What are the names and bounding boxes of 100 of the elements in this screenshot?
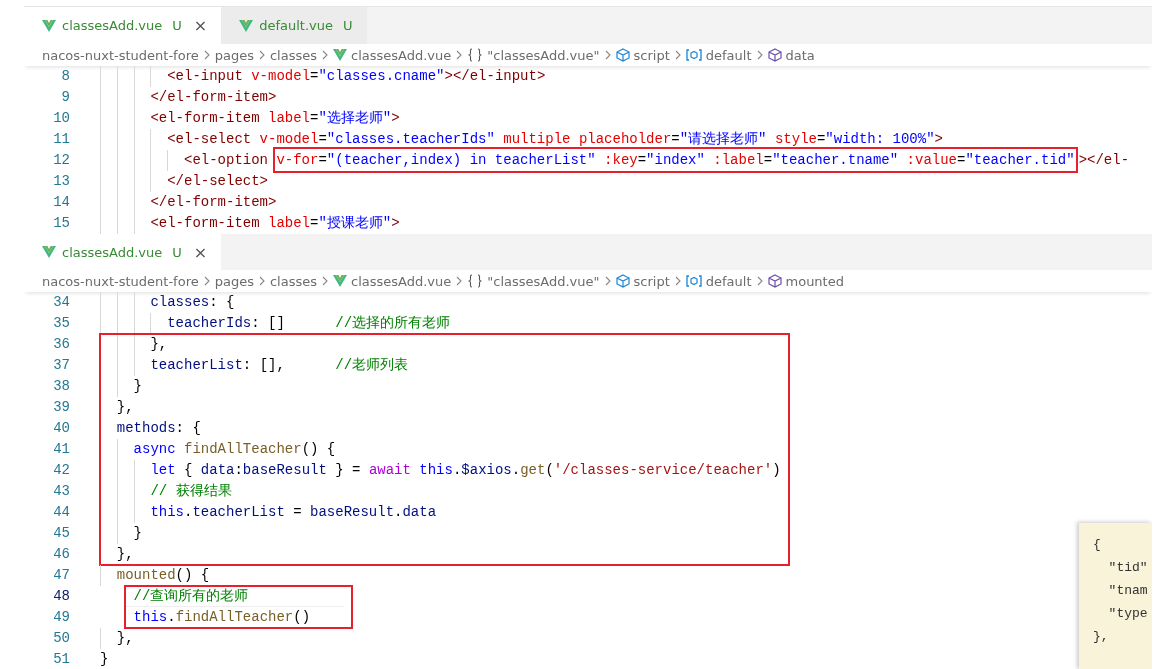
vue-icon (42, 246, 56, 258)
line-number: 35 (53, 314, 70, 333)
code-line: let { data:baseResult } = await this.$axios.get('/classes-service/teacher') (100, 460, 781, 481)
file-tab[interactable]: default.vue U (221, 7, 367, 44)
breadcrumb-item[interactable]: data (785, 47, 815, 63)
line-number: 10 (53, 109, 70, 128)
code-line: async findAllTeacher() { (100, 439, 781, 460)
code-line: <el-select v-model="classes.teacherIds" multiple placeholder="请选择老师" style="width: 100%"> (100, 129, 1152, 150)
code-line: } (100, 523, 781, 544)
breadcrumb-item[interactable]: pages (214, 273, 254, 289)
cube-icon (767, 274, 782, 288)
vue-icon (333, 49, 347, 61)
line-number: 42 (53, 461, 70, 480)
line-number: 12 (53, 151, 70, 170)
code-line: </el-select> (100, 171, 1152, 192)
field-icon (685, 49, 702, 61)
line-number: 40 (53, 419, 70, 438)
code-line: this.findAllTeacher() (132, 608, 312, 627)
breadcrumb-item[interactable]: classes (269, 273, 317, 289)
chevron-icon (321, 276, 329, 286)
popup-line: "tid" (1107, 559, 1149, 577)
breadcrumb-item[interactable]: mounted (785, 273, 844, 289)
code-line: }, (100, 334, 781, 355)
line-number: 36 (53, 335, 70, 354)
code-line: //查询所有的老师 (125, 586, 344, 607)
code-line: }, (100, 397, 781, 418)
close-icon[interactable]: × (193, 242, 208, 262)
code-line: }, (100, 544, 781, 565)
line-number: 34 (53, 293, 70, 312)
chevron-icon (603, 276, 612, 286)
line-number: 15 (53, 214, 70, 233)
vue-icon (42, 19, 56, 32)
line-number: 48 (53, 587, 70, 606)
line-number: 39 (53, 398, 70, 417)
cube-icon (767, 48, 782, 62)
line-number: 13 (53, 172, 70, 191)
popup-line: { (1093, 536, 1102, 554)
field-icon (685, 275, 702, 287)
code-line: <el-input v-model="classes.cname"></el-input> (100, 66, 1152, 87)
line-number: 14 (53, 193, 70, 212)
popup-line: "tnam (1107, 582, 1149, 600)
code-line: } (100, 650, 110, 669)
code-line: <el-form-item label="选择老师"> (100, 108, 1152, 129)
line-number: 51 (53, 650, 70, 669)
code-line: methods: { (100, 418, 781, 439)
code-line: <el-form-item label="授课老师"> (100, 213, 1152, 234)
breadcrumb-item[interactable]: default (705, 47, 752, 63)
popup-line: }, (1093, 628, 1110, 646)
braces-icon (467, 48, 484, 62)
line-number: 38 (53, 377, 70, 396)
breadcrumb-item[interactable]: "classesAdd.vue" (487, 47, 600, 63)
line-number: 49 (53, 608, 70, 627)
breadcrumb-item[interactable]: classes (269, 47, 317, 63)
line-number: 37 (53, 356, 70, 375)
line-number: 9 (61, 88, 70, 107)
breadcrumb-item[interactable]: classesAdd.vue (351, 273, 452, 289)
code-line: this.teacherList = baseResult.data (100, 502, 781, 523)
chevron-icon (321, 50, 329, 60)
chevron-icon (755, 276, 764, 286)
code-line: teacherList: [], //老师列表 (100, 355, 781, 376)
line-number: 11 (53, 130, 70, 149)
popup-line: "type (1107, 605, 1149, 623)
chevron-icon (755, 50, 764, 60)
chevron-icon (257, 276, 266, 286)
code-line: </el-form-item> (100, 192, 1152, 213)
vue-icon (333, 275, 347, 287)
breadcrumb-item[interactable]: default (705, 273, 752, 289)
line-number: 41 (53, 440, 70, 459)
braces-icon (467, 274, 484, 288)
breadcrumb-item[interactable]: script (633, 273, 670, 289)
line-number: 46 (53, 545, 70, 564)
line-number: 43 (53, 482, 70, 501)
code-line: <el-option v-for="(teacher,index) in teacherList" :key="index" :label="teacher.tname" :value="teacher.tid" ></el- (100, 150, 1152, 171)
code-line: classes: { (100, 292, 1152, 313)
breadcrumb-item[interactable]: script (633, 47, 670, 63)
chevron-icon (257, 50, 266, 60)
close-icon[interactable]: × (193, 16, 208, 35)
chevron-icon (455, 276, 464, 286)
code-line: // 获得结果 (100, 481, 781, 502)
breadcrumb-item[interactable]: classesAdd.vue (351, 47, 452, 63)
vue-icon (239, 19, 254, 32)
cube-icon (615, 48, 630, 62)
breadcrumb-item[interactable]: "classesAdd.vue" (487, 273, 600, 289)
chevron-icon (673, 50, 682, 60)
line-number: 50 (53, 629, 70, 648)
cube-icon (615, 274, 630, 288)
line-number: 45 (53, 524, 70, 543)
chevron-icon (603, 50, 612, 60)
breadcrumb-item[interactable]: pages (214, 47, 254, 63)
code-line: </el-form-item> (100, 87, 1152, 108)
line-number: 8 (61, 67, 70, 86)
file-tab[interactable]: classesAdd.vue U × (24, 234, 222, 270)
breadcrumb-item[interactable]: nacos-nuxt-student-fore (42, 47, 199, 63)
breadcrumb-item[interactable]: nacos-nuxt-student-fore (42, 273, 199, 289)
code-line: teacherIds: [] //选择的所有老师 (100, 313, 1152, 334)
file-tab[interactable]: classesAdd.vue U × (24, 7, 222, 44)
chevron-icon (202, 50, 211, 60)
chevron-icon (202, 276, 211, 286)
chevron-icon (673, 276, 682, 286)
chevron-icon (455, 50, 464, 60)
